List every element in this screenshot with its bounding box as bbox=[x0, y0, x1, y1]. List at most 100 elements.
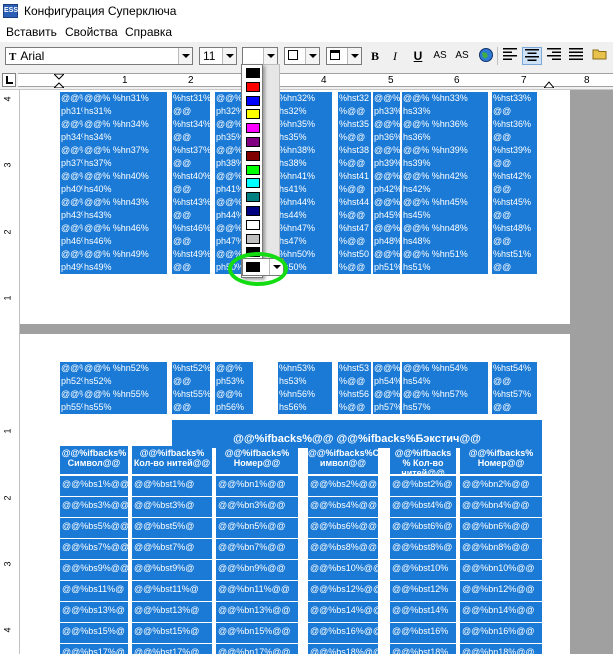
color-swatch[interactable] bbox=[246, 219, 260, 230]
chevron-down-icon[interactable] bbox=[305, 48, 319, 64]
table-cell: @@ bbox=[173, 106, 192, 116]
align-center-icon[interactable] bbox=[522, 47, 542, 65]
table-cell: @@%bs4%@@ bbox=[310, 500, 378, 510]
table-cell: @@%bn2%@@ bbox=[462, 479, 530, 489]
color-swatch[interactable] bbox=[246, 123, 260, 134]
color-swatch[interactable] bbox=[246, 233, 260, 244]
palette-scrollbar[interactable] bbox=[262, 64, 280, 259]
table-cell: @@%bn18%@@ bbox=[462, 647, 535, 654]
subscript-button[interactable]: AS bbox=[452, 47, 472, 65]
window-title: Конфигурация Суперключа bbox=[24, 4, 177, 18]
chevron-down-icon[interactable] bbox=[263, 48, 277, 64]
menu-insert[interactable]: Вставить bbox=[6, 25, 57, 39]
menu-properties[interactable]: Свойства bbox=[65, 25, 118, 39]
table-cell: @@%bs1%@@ bbox=[62, 479, 130, 489]
underline-button[interactable]: U bbox=[408, 47, 428, 65]
table-cell: %hst50 bbox=[339, 249, 370, 259]
document-canvas[interactable]: @@% @@% %hn31% %hst31% @@% %hn32% %hst32 @@% @@… bbox=[20, 90, 613, 654]
table-cell: ph41% bbox=[216, 184, 245, 194]
table-cell: %hst53 bbox=[339, 363, 370, 373]
table-cell: %hst46% bbox=[173, 223, 212, 233]
table-cell: @@ bbox=[493, 158, 512, 168]
chevron-down-icon[interactable] bbox=[347, 48, 361, 64]
superscript-button[interactable]: AS bbox=[430, 47, 450, 65]
table-cell: hs55% bbox=[84, 402, 112, 412]
table-cell: @@ bbox=[493, 236, 512, 246]
color-swatch[interactable] bbox=[246, 81, 260, 92]
indent-marker[interactable] bbox=[54, 74, 64, 88]
table-cell: @@%bn6%@@ bbox=[462, 521, 530, 531]
table-cell: %hst37% bbox=[173, 145, 212, 155]
border-dropdown[interactable] bbox=[284, 47, 320, 65]
font-name-combo[interactable]: T Arial bbox=[5, 47, 193, 65]
table-cell: @@% bbox=[374, 171, 401, 181]
table-cell: @@%bst8%@ bbox=[392, 542, 453, 552]
color-swatch[interactable] bbox=[246, 68, 260, 78]
color-swatch[interactable] bbox=[246, 192, 260, 203]
color-swatch[interactable] bbox=[246, 137, 260, 147]
color-swatch[interactable] bbox=[246, 109, 260, 120]
table-cell: hs32% bbox=[279, 106, 307, 116]
table-cell: @@% bbox=[374, 249, 401, 259]
ruler-number: 2 bbox=[188, 75, 194, 86]
chevron-down-icon[interactable] bbox=[178, 48, 192, 64]
tab-selector[interactable] bbox=[2, 73, 16, 87]
table-cell: @@% bbox=[374, 119, 401, 129]
table-cell: @@%bs3%@@ bbox=[62, 500, 130, 510]
table-cell: ph33% bbox=[374, 106, 403, 116]
table-cell: hs45% bbox=[403, 210, 431, 220]
document-page[interactable]: @@% @@% %hn52% %hst52% @@% %hn53% %hst53 @@% @@… bbox=[20, 334, 570, 654]
menu-help[interactable]: Справка bbox=[125, 25, 172, 39]
ruler-number: 7 bbox=[521, 75, 527, 86]
table-cell: @@%bs16%@@ bbox=[310, 626, 383, 636]
table-cell: hs40% bbox=[84, 184, 112, 194]
color-palette-dropdown[interactable] bbox=[241, 64, 263, 278]
color-swatch[interactable] bbox=[246, 150, 260, 161]
table-cell: hs56% bbox=[279, 402, 307, 412]
color-swatch[interactable] bbox=[246, 206, 260, 216]
header-cell: @@%ifbacks% Номер@@ bbox=[468, 448, 534, 468]
align-left-icon[interactable] bbox=[500, 47, 520, 65]
ruler-strip[interactable]: 1 2 3 4 5 6 7 8 bbox=[18, 73, 613, 88]
horizontal-ruler[interactable]: 1 2 3 4 5 6 7 8 bbox=[0, 70, 613, 90]
right-indent-marker[interactable] bbox=[544, 74, 554, 88]
table-cell: @@%bn17%@@ bbox=[218, 647, 291, 654]
table-cell: %hst52% bbox=[173, 363, 212, 373]
justify-icon[interactable] bbox=[566, 47, 586, 65]
table-cell: @@ bbox=[493, 210, 512, 220]
table-cell: @@%bst1%@ bbox=[134, 479, 195, 489]
table-cell: @@%bst5%@ bbox=[134, 521, 195, 531]
table-cell: %hst56 bbox=[339, 389, 370, 399]
color-dropdown[interactable] bbox=[242, 47, 278, 65]
table-cell: @@% bbox=[216, 171, 243, 181]
color-swatch[interactable] bbox=[246, 164, 260, 175]
table-cell: ph35% bbox=[216, 132, 245, 142]
chevron-down-icon[interactable] bbox=[222, 48, 236, 64]
table-cell: @@ bbox=[493, 402, 512, 412]
table-cell: %hst49% bbox=[173, 249, 212, 259]
align-right-icon[interactable] bbox=[544, 47, 564, 65]
header-cell: @@%ifbacks % Кол-во нитей@@ bbox=[394, 448, 452, 478]
table-cell: hs35% bbox=[279, 132, 307, 142]
table-cell: @@ bbox=[173, 184, 192, 194]
document-page[interactable]: @@% @@% %hn31% %hst31% @@% %hn32% %hst32 @@% @@… bbox=[20, 90, 570, 324]
color-swatch[interactable] bbox=[246, 95, 260, 106]
color-swatch[interactable] bbox=[246, 178, 260, 189]
table-cell: hs48% bbox=[403, 236, 431, 246]
table-cell: hs44% bbox=[279, 210, 307, 220]
table-cell: %hn35% bbox=[279, 119, 316, 129]
globe-icon[interactable] bbox=[476, 47, 496, 65]
table-cell: hs31% bbox=[84, 106, 112, 116]
font-size-combo[interactable]: 11 bbox=[199, 47, 237, 65]
italic-button[interactable]: I bbox=[385, 47, 405, 65]
table-cell: @@% %hn52% bbox=[84, 363, 149, 373]
table-dropdown[interactable] bbox=[326, 47, 362, 65]
table-cell: hs36% bbox=[403, 132, 431, 142]
open-folder-icon[interactable] bbox=[590, 47, 610, 65]
table-cell: @@% %hn51% bbox=[403, 249, 468, 259]
table-cell: %@@ bbox=[339, 184, 366, 194]
title-bar: ESS Конфигурация Суперключа bbox=[0, 0, 613, 22]
table-cell: %hst34% bbox=[173, 119, 212, 129]
table-cell: @@ bbox=[173, 210, 192, 220]
bold-button[interactable]: B bbox=[365, 47, 385, 65]
